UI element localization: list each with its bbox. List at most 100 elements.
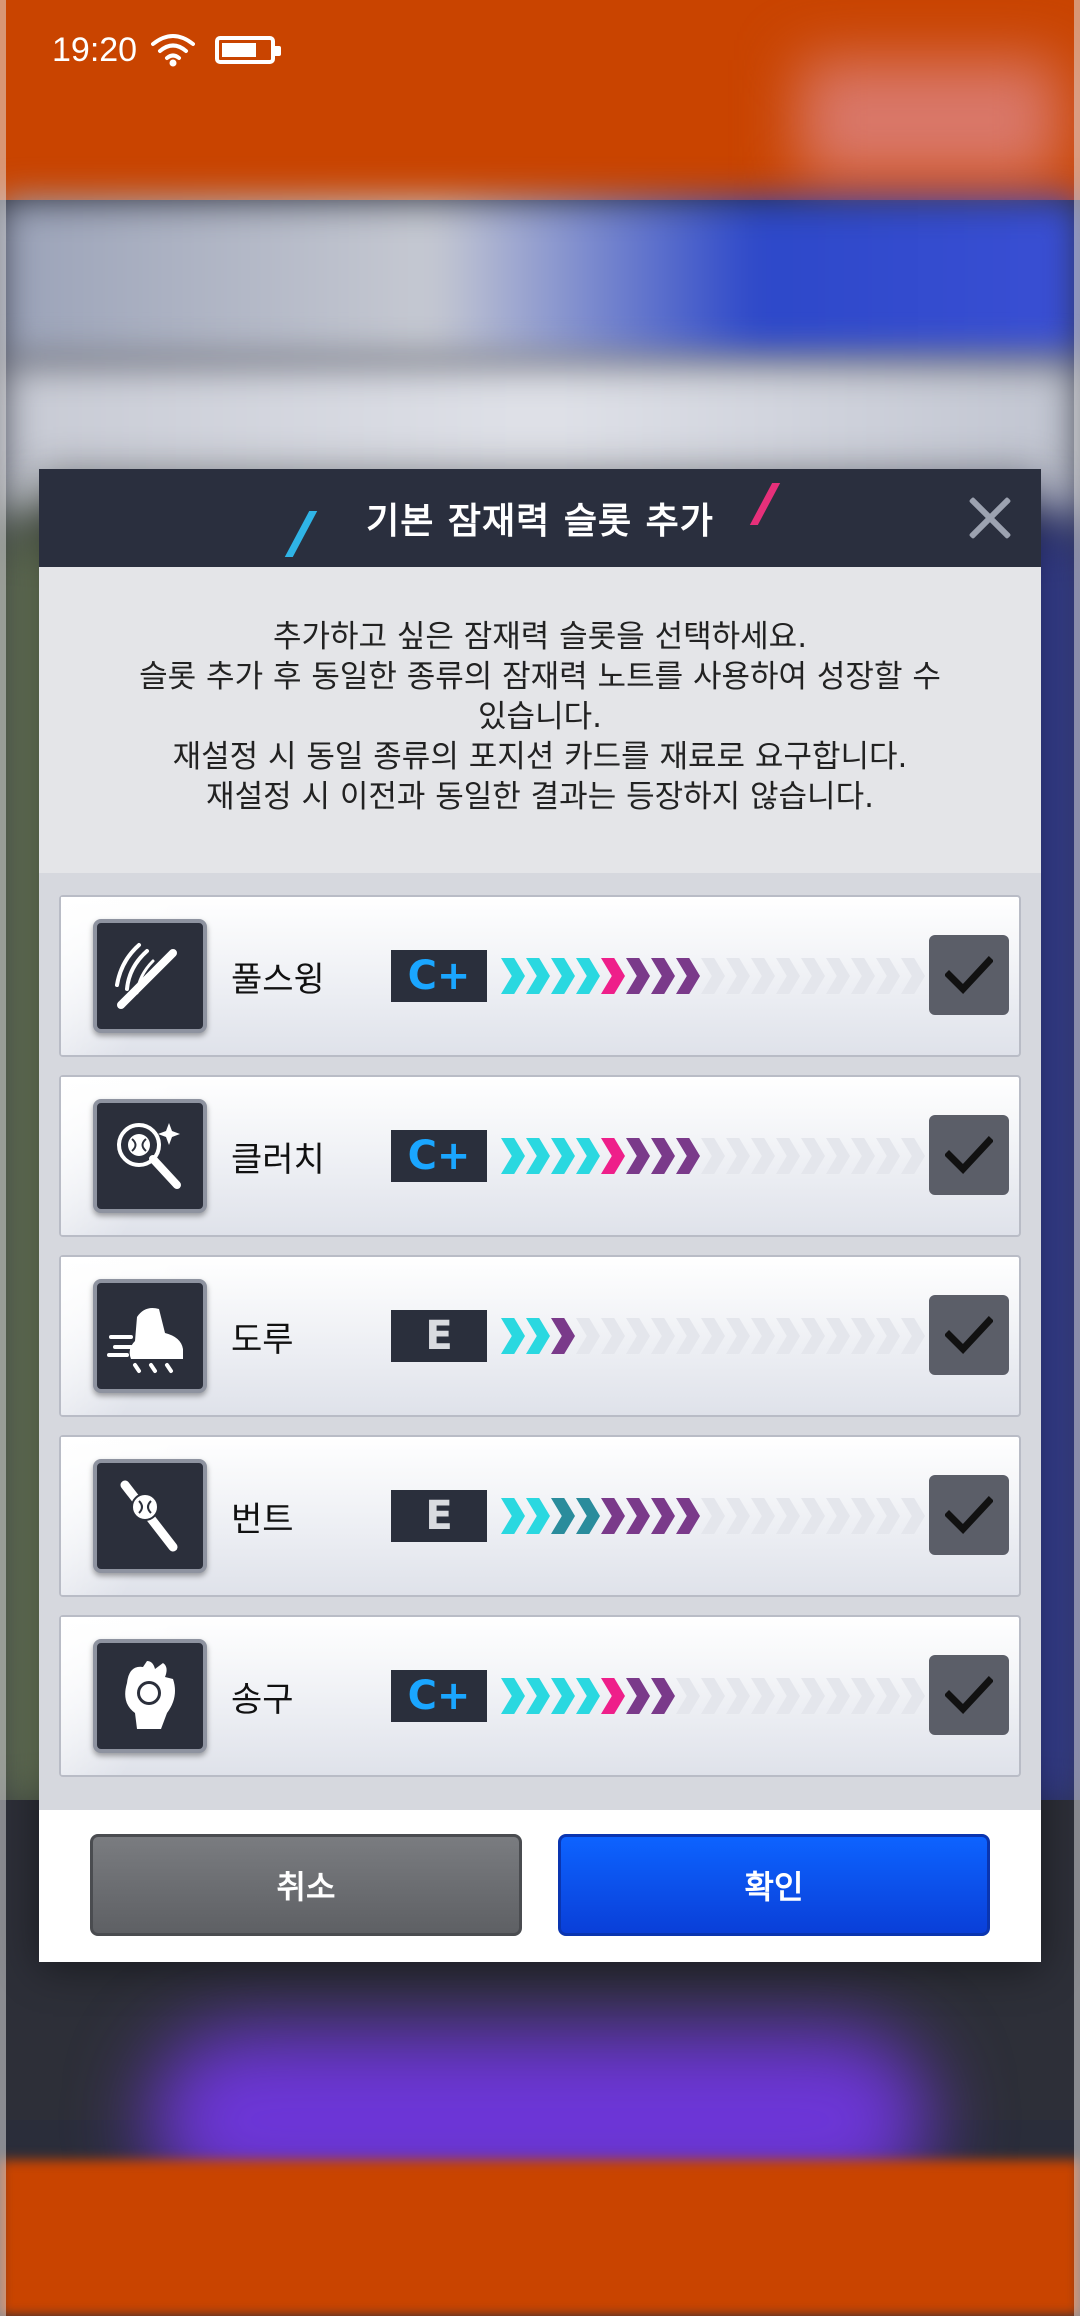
slot-name: 송구 [231, 1679, 294, 1720]
checkmark-icon [945, 1496, 993, 1535]
progress-chevron [601, 958, 625, 994]
progress-chevron [826, 1498, 850, 1534]
progress-chevron [726, 958, 750, 994]
progress-chevron [751, 1138, 775, 1174]
progress-chevron [901, 1138, 925, 1174]
progress-chevron [876, 1318, 900, 1354]
progress-chevron [576, 958, 600, 994]
slot-name: 번트 [231, 1499, 294, 1540]
status-bar: 19:20 [0, 0, 1080, 100]
progress-chevron [526, 1318, 550, 1354]
battery-icon [215, 36, 282, 64]
progress-chevron [676, 1678, 700, 1714]
potential-slot-row[interactable]: 번트 E [59, 1435, 1021, 1597]
progress-chevron [876, 1138, 900, 1174]
confirm-button[interactable]: 확인 [558, 1834, 990, 1936]
full-swing-icon [93, 919, 207, 1033]
progress-chevron [801, 1318, 825, 1354]
progress-chevron [851, 1678, 875, 1714]
progress-chevron [651, 1678, 675, 1714]
progress-chevron [526, 1498, 550, 1534]
checkmark-icon [945, 1136, 993, 1175]
progress-chevron [501, 1678, 525, 1714]
progress-chevron [776, 1498, 800, 1534]
dialog-footer: 취소 확인 [39, 1810, 1041, 1962]
progress-chevron [626, 1678, 650, 1714]
progress-chevron [801, 1138, 825, 1174]
slot-checkbox[interactable] [929, 935, 1009, 1015]
progress-chevron [601, 1678, 625, 1714]
potential-progress-bar [501, 954, 926, 998]
wifi-icon [151, 34, 196, 67]
progress-chevron [851, 1498, 875, 1534]
progress-chevron [651, 1138, 675, 1174]
progress-chevron [851, 1318, 875, 1354]
progress-chevron [876, 958, 900, 994]
progress-chevron [701, 1138, 725, 1174]
potential-progress-bar [501, 1674, 926, 1718]
slot-name: 풀스윙 [231, 959, 325, 1000]
potential-slot-row[interactable]: 송구 C+ [59, 1615, 1021, 1777]
slot-checkbox[interactable] [929, 1115, 1009, 1195]
progress-chevron [701, 1318, 725, 1354]
description-text: 추가하고 싶은 잠재력 슬롯을 선택하세요. 슬롯 추가 후 동일한 종류의 잠… [139, 619, 941, 815]
progress-chevron [851, 1138, 875, 1174]
potential-slot-row[interactable]: 클러치 C+ [59, 1075, 1021, 1237]
slot-checkbox[interactable] [929, 1295, 1009, 1375]
checkmark-icon [945, 1676, 993, 1715]
progress-chevron [826, 1678, 850, 1714]
progress-chevron [626, 1498, 650, 1534]
progress-chevron [601, 1318, 625, 1354]
grade-badge: C+ [391, 950, 487, 1002]
slot-list: 풀스윙 C+ 클러치 C+ 도루 E 번트 E 송구 C+ [39, 873, 1041, 1810]
progress-chevron [876, 1498, 900, 1534]
progress-chevron [776, 1138, 800, 1174]
progress-chevron [551, 958, 575, 994]
slot-name: 클러치 [231, 1139, 325, 1180]
grade-badge: C+ [391, 1130, 487, 1182]
progress-chevron [576, 1678, 600, 1714]
progress-chevron [726, 1678, 750, 1714]
progress-chevron [826, 1318, 850, 1354]
progress-chevron [526, 958, 550, 994]
progress-chevron [776, 1318, 800, 1354]
progress-chevron [501, 958, 525, 994]
checkmark-icon [945, 956, 993, 995]
dialog-title: 기본 잠재력 슬롯 추가 [366, 501, 714, 542]
progress-chevron [751, 1678, 775, 1714]
progress-chevron [676, 1318, 700, 1354]
grade-badge: E [391, 1490, 487, 1542]
progress-chevron [701, 958, 725, 994]
potential-progress-bar [501, 1494, 926, 1538]
progress-chevron [526, 1678, 550, 1714]
steal-icon [93, 1279, 207, 1393]
cancel-button[interactable]: 취소 [90, 1834, 522, 1936]
decorative-slash-right [749, 483, 781, 525]
progress-chevron [601, 1138, 625, 1174]
progress-chevron [651, 1318, 675, 1354]
potential-slot-row[interactable]: 도루 E [59, 1255, 1021, 1417]
progress-chevron [826, 958, 850, 994]
progress-chevron [576, 1498, 600, 1534]
progress-chevron [626, 1138, 650, 1174]
progress-chevron [876, 1678, 900, 1714]
progress-chevron [551, 1498, 575, 1534]
progress-chevron [676, 958, 700, 994]
progress-chevron [801, 1678, 825, 1714]
slot-checkbox[interactable] [929, 1475, 1009, 1555]
progress-chevron [551, 1678, 575, 1714]
throw-icon [93, 1639, 207, 1753]
progress-chevron [626, 958, 650, 994]
progress-chevron [501, 1498, 525, 1534]
progress-chevron [526, 1138, 550, 1174]
potential-slot-row[interactable]: 풀스윙 C+ [59, 895, 1021, 1057]
progress-chevron [751, 958, 775, 994]
progress-chevron [826, 1138, 850, 1174]
progress-chevron [751, 1318, 775, 1354]
dialog-header: 기본 잠재력 슬롯 추가 [39, 469, 1041, 567]
slot-checkbox[interactable] [929, 1655, 1009, 1735]
progress-chevron [901, 958, 925, 994]
progress-chevron [576, 1138, 600, 1174]
close-icon[interactable] [963, 491, 1017, 545]
progress-chevron [651, 958, 675, 994]
